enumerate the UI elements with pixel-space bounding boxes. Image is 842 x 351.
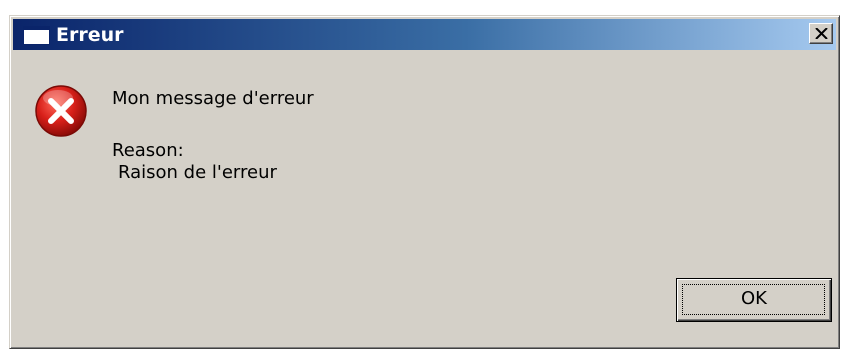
title-bar[interactable]: Erreur [13, 19, 836, 50]
ok-button-label: OK [741, 288, 767, 309]
window-title: Erreur [56, 24, 124, 46]
window-icon [23, 26, 50, 45]
reason-text: Raison de l'erreur [118, 162, 277, 183]
reason-label: Reason: [112, 140, 184, 161]
error-icon [35, 85, 87, 137]
ok-button[interactable]: OK [676, 278, 832, 322]
close-button[interactable] [809, 23, 833, 44]
error-message: Mon message d'erreur [112, 88, 314, 109]
close-icon [815, 28, 828, 39]
error-dialog: Erreur Mon message d'erreur Reason: Rais… [9, 15, 840, 349]
